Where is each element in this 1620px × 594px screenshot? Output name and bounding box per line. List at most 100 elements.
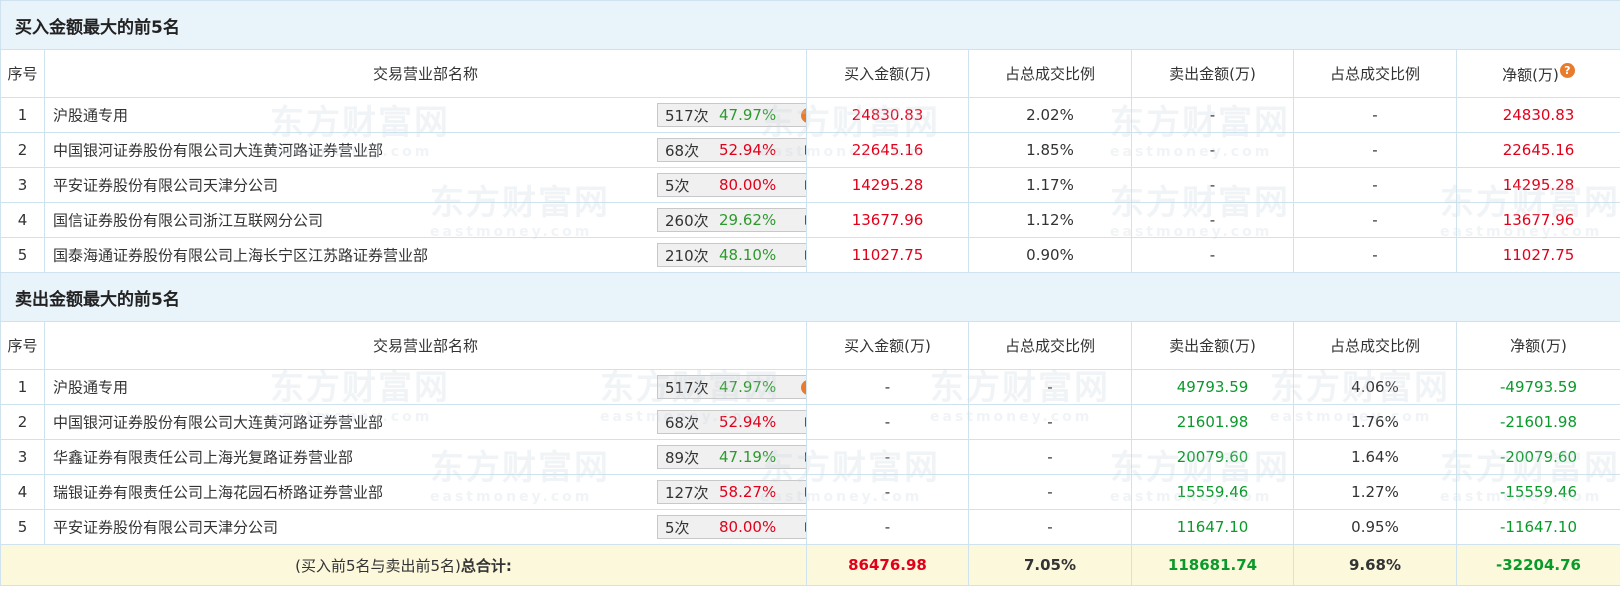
broker-name-link[interactable]: 平安证券股份有限公司天津分公司 bbox=[53, 517, 278, 538]
net-amount: -15559.46 bbox=[1455, 474, 1620, 510]
win-rate: 47.97% bbox=[719, 106, 777, 124]
broker-stats-badge[interactable]: 68次 52.94% bbox=[657, 410, 806, 434]
total-row: (买入前5名与卖出前5名)总合计: 86476.98 7.05% 118681.… bbox=[0, 544, 1620, 586]
col-buy-header: 买入金额(万) bbox=[806, 49, 969, 98]
sell-header-row: 序号 交易营业部名称 买入金额(万) 占总成交比例 卖出金额(万) 占总成交比例… bbox=[0, 321, 1620, 370]
sell-ratio: 1.64% bbox=[1293, 439, 1457, 475]
broker-name-link[interactable]: 国信证券股份有限公司浙江互联网分公司 bbox=[53, 210, 323, 231]
sell-ratio: - bbox=[1293, 132, 1457, 168]
row-idx: 1 bbox=[0, 97, 45, 133]
question-icon[interactable]: ? bbox=[1559, 62, 1575, 78]
buy-amount: 14295.28 bbox=[806, 167, 969, 203]
broker-stats-badge[interactable]: 210次 48.10% bbox=[657, 243, 806, 267]
col-buy-ratio-header: 占总成交比例 bbox=[968, 49, 1132, 98]
listing-count: 68次 bbox=[665, 413, 700, 432]
total-label: (买入前5名与卖出前5名)总合计: bbox=[0, 544, 807, 586]
listing-count: 5次 bbox=[665, 176, 690, 195]
listing-count: 517次 bbox=[665, 378, 709, 397]
listing-count: 5次 bbox=[665, 518, 690, 537]
sell-amount: 11647.10 bbox=[1131, 509, 1294, 545]
table-row: 1沪股通专用517次47.97%?24830.832.02%--24830.83 bbox=[0, 97, 1620, 133]
arrow-right-icon[interactable] bbox=[805, 250, 806, 260]
arrow-right-icon[interactable] bbox=[805, 180, 806, 190]
buy-amount: 13677.96 bbox=[806, 202, 969, 238]
col-sell-ratio-header: 占总成交比例 bbox=[1293, 321, 1457, 370]
table-row: 5 平安证券股份有限公司天津分公司 5次 80.00% - -11647.10 0.95% -… bbox=[0, 509, 1620, 545]
broker-name-link[interactable]: 国泰海通证券股份有限公司上海长宁区江苏路证券营业部 bbox=[53, 245, 428, 266]
broker-stats-badge[interactable]: 517次 47.97%? bbox=[657, 103, 806, 127]
sell-amount: - bbox=[1131, 202, 1294, 238]
broker-stats-badge[interactable]: 68次 52.94% bbox=[657, 138, 806, 162]
broker-cell: 平安证券股份有限公司天津分公司 5次 80.00% bbox=[44, 167, 807, 203]
broker-stats-badge[interactable]: 89次 47.19% bbox=[657, 445, 806, 469]
question-icon[interactable]: ? bbox=[801, 107, 806, 123]
broker-cell: 国泰海通证券股份有限公司上海长宁区江苏路证券营业部 210次 48.10% bbox=[44, 237, 807, 273]
broker-name-link[interactable]: 瑞银证券有限责任公司上海花园石桥路证券营业部 bbox=[53, 482, 383, 503]
win-rate: 80.00% bbox=[719, 176, 777, 194]
broker-name-link[interactable]: 沪股通专用 bbox=[53, 377, 128, 398]
buy-ratio: - bbox=[968, 509, 1132, 545]
win-rate: 48.10% bbox=[719, 246, 777, 264]
col-sell-header: 卖出金额(万) bbox=[1131, 49, 1294, 98]
buy-ratio: - bbox=[968, 369, 1132, 405]
broker-name-link[interactable]: 中国银河证券股份有限公司大连黄河路证券营业部 bbox=[53, 412, 383, 433]
total-label-prefix: (买入前5名与卖出前5名) bbox=[295, 556, 461, 575]
col-name-header: 交易营业部名称 bbox=[44, 321, 807, 370]
broker-name-link[interactable]: 中国银河证券股份有限公司大连黄河路证券营业部 bbox=[53, 140, 383, 161]
net-amount: 13677.96 bbox=[1455, 202, 1620, 238]
broker-cell: 平安证券股份有限公司天津分公司 5次 80.00% bbox=[44, 509, 807, 545]
table-row: 5 国泰海通证券股份有限公司上海长宁区江苏路证券营业部 210次 48.10% 1102… bbox=[0, 237, 1620, 273]
row-idx: 2 bbox=[0, 132, 45, 168]
col-sell-header: 卖出金额(万) bbox=[1131, 321, 1294, 370]
net-amount: 24830.83 bbox=[1455, 97, 1620, 133]
broker-cell: 国信证券股份有限公司浙江互联网分公司 260次 29.62% bbox=[44, 202, 807, 238]
win-rate: 80.00% bbox=[719, 518, 777, 536]
arrow-right-icon[interactable] bbox=[805, 487, 806, 497]
broker-stats-badge[interactable]: 5次 80.00% bbox=[657, 515, 806, 539]
broker-stats-badge[interactable]: 517次 47.97%? bbox=[657, 375, 806, 399]
arrow-right-icon[interactable] bbox=[805, 452, 806, 462]
listing-count: 127次 bbox=[665, 483, 709, 502]
win-rate: 29.62% bbox=[719, 211, 777, 229]
buy-ratio: 0.90% bbox=[968, 237, 1132, 273]
sell-amount: - bbox=[1131, 167, 1294, 203]
arrow-right-icon[interactable] bbox=[805, 522, 806, 532]
arrow-right-icon[interactable] bbox=[805, 215, 806, 225]
win-rate: 47.97% bbox=[719, 378, 777, 396]
table-row: 2 中国银河证券股份有限公司大连黄河路证券营业部 68次 52.94% 22645.16… bbox=[0, 132, 1620, 168]
buy-amount: - bbox=[806, 509, 969, 545]
buy-ratio: - bbox=[968, 404, 1132, 440]
net-amount: -20079.60 bbox=[1455, 439, 1620, 475]
broker-stats-badge[interactable]: 260次 29.62% bbox=[657, 208, 806, 232]
arrow-right-icon[interactable] bbox=[805, 145, 806, 155]
buy-ratio: - bbox=[968, 474, 1132, 510]
col-buy-header: 买入金额(万) bbox=[806, 321, 969, 370]
sell-ratio: - bbox=[1293, 167, 1457, 203]
sell-amount: 21601.98 bbox=[1131, 404, 1294, 440]
table-row: 3 华鑫证券有限责任公司上海光复路证券营业部 89次 47.19% - -20079.60… bbox=[0, 439, 1620, 475]
win-rate: 52.94% bbox=[719, 141, 777, 159]
sell-section-title: 卖出金额最大的前5名 bbox=[0, 272, 1620, 322]
arrow-right-icon[interactable] bbox=[805, 417, 806, 427]
win-rate: 58.27% bbox=[719, 483, 777, 501]
broker-stats-badge[interactable]: 127次 58.27% bbox=[657, 480, 806, 504]
sell-ratio: 4.06% bbox=[1293, 369, 1457, 405]
broker-name-link[interactable]: 华鑫证券有限责任公司上海光复路证券营业部 bbox=[53, 447, 353, 468]
sell-amount: 49793.59 bbox=[1131, 369, 1294, 405]
net-amount: 14295.28 bbox=[1455, 167, 1620, 203]
broker-cell: 瑞银证券有限责任公司上海花园石桥路证券营业部 127次 58.27% bbox=[44, 474, 807, 510]
col-net-header: 净额(万)? bbox=[1455, 49, 1620, 98]
win-rate: 52.94% bbox=[719, 413, 777, 431]
listing-count: 517次 bbox=[665, 106, 709, 125]
broker-cell: 沪股通专用 517次 47.97%? bbox=[44, 369, 807, 405]
col-sell-ratio-header: 占总成交比例 bbox=[1293, 49, 1457, 98]
buy-ratio: 2.02% bbox=[968, 97, 1132, 133]
broker-stats-badge[interactable]: 5次 80.00% bbox=[657, 173, 806, 197]
question-icon[interactable]: ? bbox=[801, 379, 806, 395]
total-sell-ratio: 9.68% bbox=[1293, 544, 1457, 586]
broker-cell: 中国银河证券股份有限公司大连黄河路证券营业部 68次 52.94% bbox=[44, 132, 807, 168]
listing-count: 260次 bbox=[665, 211, 709, 230]
broker-name-link[interactable]: 平安证券股份有限公司天津分公司 bbox=[53, 175, 278, 196]
buy-amount: 24830.83 bbox=[806, 97, 969, 133]
broker-name-link[interactable]: 沪股通专用 bbox=[53, 105, 128, 126]
